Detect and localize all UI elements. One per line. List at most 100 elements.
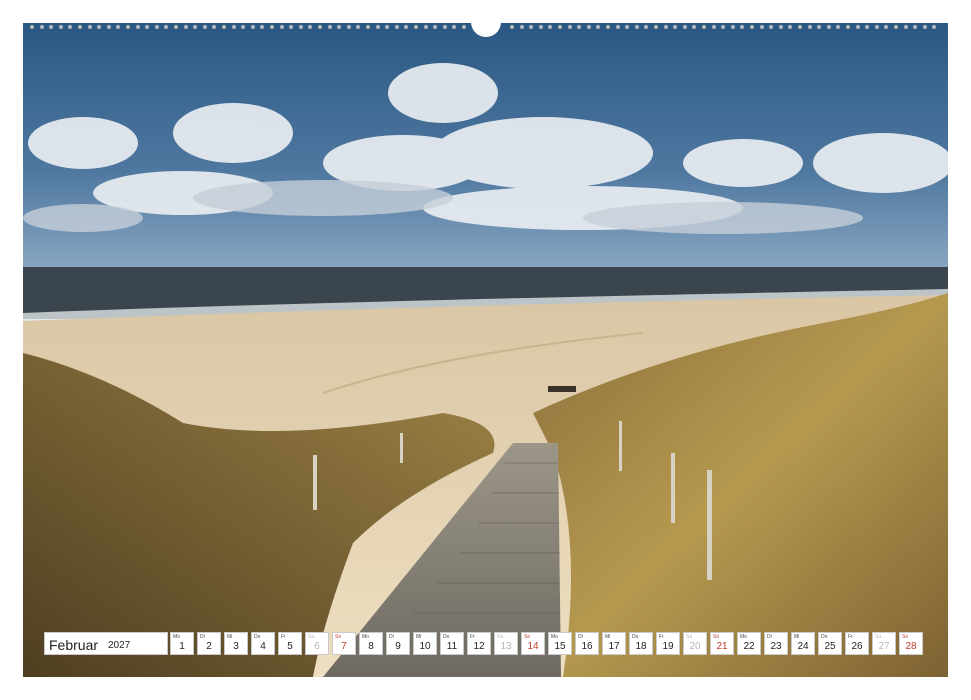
binding-dot — [30, 25, 34, 29]
binding-dot — [270, 25, 274, 29]
day-cell: Mi 24 — [791, 632, 815, 655]
day-cell: Fr 19 — [656, 632, 680, 655]
day-cell: Do 11 — [440, 632, 464, 655]
weekday-label: Do — [632, 634, 639, 640]
day-number: 9 — [395, 641, 401, 652]
day-cell: Sa 6 — [305, 632, 329, 655]
day-cell: Do 25 — [818, 632, 842, 655]
binding-dot — [106, 25, 111, 29]
day-number: 13 — [500, 641, 512, 652]
binding-dot — [750, 25, 754, 29]
binding-dot — [298, 25, 303, 29]
day-number: 6 — [314, 641, 320, 652]
binding-dot — [145, 25, 150, 29]
binding-dot — [529, 25, 534, 29]
beach-photo — [23, 23, 948, 677]
binding-dot — [510, 25, 514, 29]
day-number: 19 — [662, 641, 674, 652]
binding-dot — [385, 25, 390, 29]
day-cell: Fr 26 — [845, 632, 869, 655]
weekday-label: Do — [254, 634, 261, 640]
day-number: 27 — [878, 641, 890, 652]
weekday-label: Mi — [794, 634, 800, 640]
binding-dot — [97, 25, 102, 29]
weekday-label: Do — [443, 634, 450, 640]
binding-dot — [730, 25, 735, 29]
binding-dot — [68, 25, 73, 29]
weekday-label: So — [335, 634, 342, 640]
weekday-label: Sa — [686, 634, 693, 640]
binding-dot — [404, 25, 409, 29]
day-cell: Di 9 — [386, 632, 410, 655]
day-number: 11 — [446, 641, 458, 652]
binding-dot — [250, 25, 255, 29]
day-cell: Sa 13 — [494, 632, 518, 655]
binding-dot — [193, 25, 198, 29]
day-number: 16 — [581, 641, 593, 652]
binding-dot — [711, 25, 716, 29]
day-cell: Sa 20 — [683, 632, 707, 655]
binding-dot — [78, 25, 82, 29]
day-number: 2 — [206, 641, 212, 652]
binding-dot — [654, 25, 658, 29]
binding-dot — [375, 25, 380, 29]
day-cell: Mo 22 — [737, 632, 761, 655]
weekday-label: So — [524, 634, 531, 640]
binding-dot — [346, 25, 351, 29]
binding-dot — [836, 25, 841, 29]
weekday-label: Sa — [308, 634, 315, 640]
binding-dot — [884, 25, 889, 29]
weekday-label: Sa — [497, 634, 504, 640]
weekday-label: Mo — [551, 634, 558, 640]
day-cell: Do 18 — [629, 632, 653, 655]
binding-dot — [327, 25, 332, 29]
binding-dot — [394, 25, 399, 29]
binding-dot — [538, 25, 543, 29]
weekday-label: Mo — [362, 634, 369, 640]
binding-dot — [846, 25, 850, 29]
weekday-label: Do — [821, 634, 828, 640]
binding-dot — [740, 25, 745, 29]
binding-dot — [202, 25, 207, 29]
binding-dot — [356, 25, 361, 29]
binding-dot — [913, 25, 918, 29]
binding-dot — [692, 25, 697, 29]
day-cell: Mo 1 — [170, 632, 194, 655]
binding-dot — [87, 25, 92, 29]
weekday-label: Mo — [740, 634, 747, 640]
binding-dot — [183, 25, 188, 29]
binding-dot — [231, 25, 236, 29]
binding-dot — [778, 25, 783, 29]
binding-dot — [318, 25, 322, 29]
binding-dot — [289, 25, 294, 29]
day-number: 8 — [368, 641, 374, 652]
binding-dot — [279, 25, 284, 29]
day-cell: Do 4 — [251, 632, 275, 655]
binding-dot — [903, 25, 908, 29]
day-cell: Mi 17 — [602, 632, 626, 655]
weekday-label: So — [713, 634, 720, 640]
weekday-label: Mo — [173, 634, 180, 640]
weekday-label: Mi — [605, 634, 611, 640]
day-number: 4 — [260, 641, 266, 652]
day-cell: Fr 12 — [467, 632, 491, 655]
binding-dot — [174, 25, 178, 29]
binding-dot — [644, 25, 649, 29]
day-cell: Sa 27 — [872, 632, 896, 655]
day-cell: Di 2 — [197, 632, 221, 655]
binding-dot — [932, 25, 937, 29]
binding-dot — [154, 25, 159, 29]
binding-dot — [788, 25, 793, 29]
day-number: 7 — [341, 641, 347, 652]
binding-dot — [116, 25, 121, 29]
binding-dot — [673, 25, 678, 29]
day-number: 17 — [608, 641, 620, 652]
day-cell: Mo 15 — [548, 632, 572, 655]
day-number: 26 — [851, 641, 863, 652]
binding-dot — [855, 25, 860, 29]
day-number: 1 — [179, 641, 185, 652]
day-cell: Mi 3 — [224, 632, 248, 655]
weekday-label: Mi — [416, 634, 422, 640]
binding-dot — [663, 25, 668, 29]
binding-dot — [452, 25, 457, 29]
